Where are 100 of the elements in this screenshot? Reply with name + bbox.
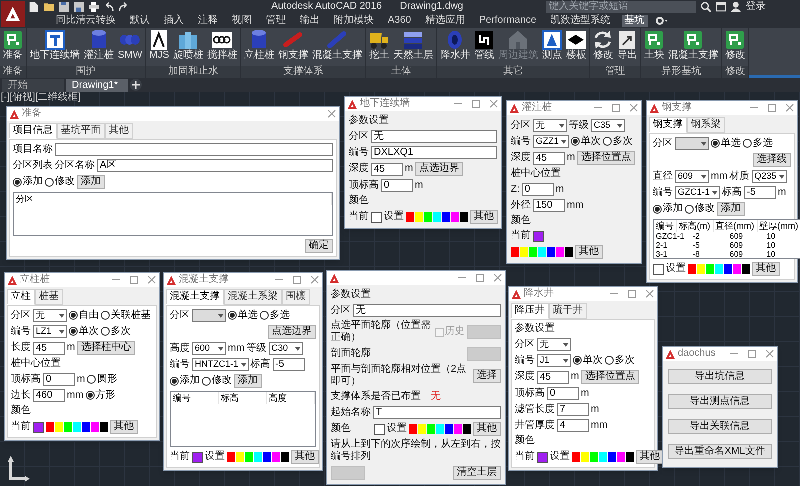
maximize-button[interactable] bbox=[130, 276, 138, 284]
color-swatch[interactable] bbox=[608, 452, 616, 462]
color-swatch[interactable] bbox=[556, 247, 564, 257]
page-icon[interactable] bbox=[29, 2, 39, 12]
input-field[interactable]: 460 bbox=[33, 389, 65, 402]
close-button[interactable] bbox=[786, 104, 794, 112]
radio-button[interactable]: 添加 bbox=[170, 375, 200, 387]
ribbon-button[interactable]: 楼板 bbox=[565, 30, 588, 66]
color-swatch[interactable] bbox=[599, 452, 607, 462]
button[interactable]: 添加 bbox=[234, 374, 262, 388]
color-swatch[interactable] bbox=[245, 452, 253, 462]
input-field[interactable]: 45 bbox=[537, 370, 569, 384]
input-field[interactable] bbox=[55, 143, 333, 156]
color-swatch[interactable] bbox=[451, 212, 459, 222]
radio-button[interactable]: 单选 bbox=[711, 138, 741, 150]
ribbon-button[interactable]: 混凝土支撑 bbox=[311, 30, 364, 66]
user-icon[interactable] bbox=[731, 2, 741, 12]
color-swatch[interactable] bbox=[100, 422, 108, 432]
color-swatch[interactable] bbox=[433, 212, 441, 222]
radio-button[interactable]: 方形 bbox=[86, 390, 116, 402]
toggle-icon[interactable] bbox=[656, 17, 668, 25]
radio-button[interactable]: 多次 bbox=[603, 136, 634, 148]
color-swatch[interactable] bbox=[424, 212, 432, 222]
ribbon-button[interactable]: 管线 bbox=[473, 30, 496, 66]
button[interactable]: 其他 bbox=[110, 420, 138, 434]
input-field[interactable]: 45 bbox=[33, 342, 65, 354]
ribbon-tab[interactable]: 附加模块 bbox=[331, 15, 377, 27]
color-swatch[interactable] bbox=[537, 452, 548, 462]
dropdown[interactable]: 600 bbox=[192, 342, 226, 355]
button[interactable]: 导出测点信息 bbox=[668, 394, 772, 409]
color-swatch[interactable] bbox=[82, 422, 90, 432]
window-icon[interactable] bbox=[716, 2, 726, 12]
color-swatch[interactable] bbox=[272, 452, 280, 462]
color-swatch[interactable] bbox=[653, 264, 664, 274]
close-button[interactable] bbox=[311, 276, 319, 284]
ribbon-tab[interactable]: Performance bbox=[476, 15, 540, 27]
button[interactable]: 选择线 bbox=[753, 153, 791, 167]
dropdown[interactable]: GZC1-1 bbox=[675, 186, 720, 199]
button[interactable]: 确定 bbox=[305, 239, 333, 253]
color-swatch[interactable] bbox=[281, 452, 289, 462]
ribbon-button[interactable]: 土块 bbox=[643, 30, 666, 66]
ribbon-button[interactable]: SMW bbox=[117, 30, 144, 66]
maximize-button[interactable] bbox=[768, 104, 776, 112]
ribbon-button[interactable]: 搅拌桩 bbox=[206, 30, 238, 66]
tab[interactable]: 混凝土支撑 bbox=[166, 289, 224, 305]
maximize-button[interactable] bbox=[748, 350, 756, 358]
color-swatch[interactable] bbox=[442, 212, 450, 222]
button[interactable]: 导出重命名XML文件 bbox=[668, 444, 772, 459]
color-swatch[interactable] bbox=[254, 452, 262, 462]
button[interactable]: 清空土层 bbox=[453, 466, 501, 480]
color-swatch[interactable] bbox=[409, 424, 417, 434]
color-swatch[interactable] bbox=[406, 212, 414, 222]
radio-button[interactable]: 自由 bbox=[69, 310, 99, 322]
color-swatch[interactable] bbox=[706, 264, 714, 274]
radio-button[interactable]: 单次 bbox=[571, 136, 602, 148]
color-swatch[interactable] bbox=[91, 422, 99, 432]
minimize-button[interactable] bbox=[610, 293, 618, 295]
radio-button[interactable]: 修改 bbox=[202, 375, 232, 387]
color-swatch[interactable] bbox=[236, 452, 244, 462]
ribbon-button[interactable]: MJS bbox=[148, 30, 170, 66]
close-button[interactable] bbox=[148, 276, 156, 284]
color-swatch[interactable] bbox=[415, 212, 423, 222]
printer-icon[interactable] bbox=[89, 2, 99, 12]
color-swatch[interactable] bbox=[688, 264, 696, 274]
dropdown[interactable]: 无 bbox=[33, 309, 67, 322]
ribbon-button[interactable]: 降水井 bbox=[439, 30, 472, 66]
input-field[interactable]: 45 bbox=[371, 162, 403, 176]
tab[interactable]: 钢支撑 bbox=[649, 117, 687, 133]
ribbon-tab[interactable]: 默认 bbox=[127, 15, 153, 27]
close-button[interactable] bbox=[328, 110, 336, 118]
color-swatch[interactable] bbox=[590, 452, 598, 462]
color-swatch[interactable] bbox=[374, 424, 385, 434]
maximize-button[interactable] bbox=[293, 276, 301, 284]
color-swatch[interactable] bbox=[33, 422, 44, 432]
document-tab[interactable]: Drawing1* bbox=[66, 79, 128, 92]
ribbon-tab[interactable]: 插入 bbox=[161, 15, 187, 27]
color-swatch[interactable] bbox=[724, 264, 732, 274]
tab[interactable]: 围檩 bbox=[282, 289, 310, 305]
add-tab-button[interactable] bbox=[130, 79, 142, 91]
ribbon-button[interactable]: 旋喷桩 bbox=[172, 30, 204, 66]
color-swatch[interactable] bbox=[626, 452, 634, 462]
input-field[interactable]: -5 bbox=[272, 358, 305, 371]
color-swatch[interactable] bbox=[715, 264, 723, 274]
dropdown[interactable]: 无 bbox=[533, 119, 567, 132]
dropdown[interactable]: 无 bbox=[537, 338, 571, 351]
radio-button[interactable]: 单次 bbox=[69, 326, 99, 338]
maximize-button[interactable] bbox=[628, 290, 636, 298]
input-field[interactable]: 0 bbox=[547, 387, 579, 400]
color-swatch[interactable] bbox=[371, 212, 382, 222]
input-field[interactable]: 0 bbox=[522, 183, 554, 196]
radio-button[interactable]: 多次 bbox=[101, 326, 131, 338]
input-field[interactable]: DXLXQ1 bbox=[371, 146, 497, 159]
color-swatch[interactable] bbox=[617, 452, 625, 462]
color-swatch[interactable] bbox=[460, 212, 468, 222]
color-swatch[interactable] bbox=[733, 264, 741, 274]
ribbon-button[interactable]: 修改 bbox=[592, 30, 614, 66]
tab[interactable]: 基坑平面 bbox=[57, 123, 105, 139]
ribbon-tab[interactable]: 输出 bbox=[297, 15, 323, 27]
color-swatch[interactable] bbox=[46, 422, 54, 432]
tab[interactable]: 项目信息 bbox=[9, 123, 57, 139]
